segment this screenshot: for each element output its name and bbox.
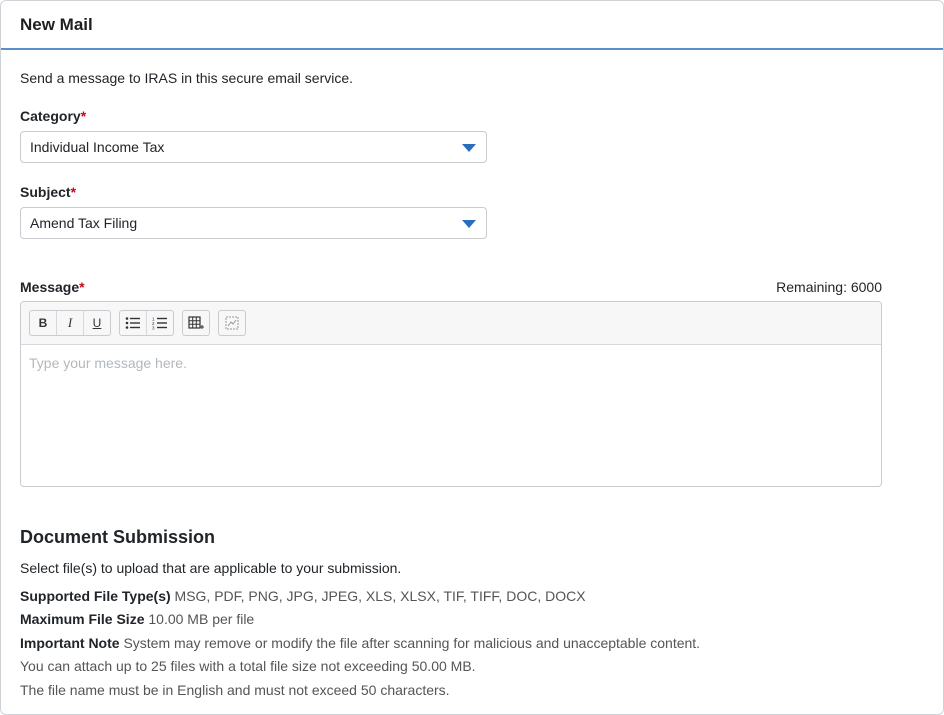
subject-label-text: Subject bbox=[20, 184, 71, 200]
numbered-list-button[interactable]: 1 2 3 bbox=[147, 311, 173, 335]
file-name-rule-text: The file name must be in English and mus… bbox=[20, 682, 450, 698]
supported-types-label: Supported File Type(s) bbox=[20, 588, 171, 604]
bold-button[interactable]: B bbox=[30, 311, 57, 335]
bullet-list-icon bbox=[125, 317, 140, 329]
important-note-value: System may remove or modify the file aft… bbox=[123, 635, 701, 651]
format-group: B I U bbox=[29, 310, 111, 336]
category-label-text: Category bbox=[20, 108, 81, 124]
required-mark: * bbox=[70, 184, 77, 200]
intro-text: Send a message to IRAS in this secure em… bbox=[20, 70, 354, 86]
message-editor: B I U 1 2 3 Type your message here. bbox=[20, 301, 882, 487]
panel-header: New Mail bbox=[1, 1, 943, 50]
supported-types-line: Supported File Type(s) MSG, PDF, PNG, JP… bbox=[20, 588, 586, 604]
category-selected-value: Individual Income Tax bbox=[30, 139, 165, 155]
message-textarea[interactable] bbox=[21, 345, 881, 484]
dropdown-caret-icon bbox=[462, 220, 476, 228]
category-select[interactable]: Individual Income Tax bbox=[20, 131, 487, 163]
message-label-text: Message bbox=[20, 279, 80, 295]
subject-selected-value: Amend Tax Filing bbox=[30, 215, 138, 231]
editor-toolbar: B I U 1 2 3 bbox=[21, 302, 881, 345]
supported-types-value: MSG, PDF, PNG, JPG, JPEG, XLS, XLSX, TIF… bbox=[174, 588, 586, 604]
subject-label: Subject* bbox=[20, 184, 76, 200]
remaining-counter: Remaining: 6000 bbox=[776, 279, 882, 295]
important-note-label: Important Note bbox=[20, 635, 120, 651]
important-note-line: Important Note System may remove or modi… bbox=[20, 635, 700, 651]
numbered-list-icon: 1 2 3 bbox=[152, 317, 167, 331]
underline-button[interactable]: U bbox=[84, 311, 110, 335]
list-group: 1 2 3 bbox=[119, 310, 174, 336]
attach-limit-text: You can attach up to 25 files with a tot… bbox=[20, 658, 476, 674]
table-group bbox=[182, 310, 210, 336]
insert-image-button[interactable] bbox=[219, 311, 245, 335]
required-mark: * bbox=[79, 279, 85, 295]
required-mark: * bbox=[80, 108, 87, 124]
document-submission-title: Document Submission bbox=[20, 527, 216, 547]
italic-button[interactable]: I bbox=[57, 311, 84, 335]
message-label: Message* bbox=[20, 279, 85, 295]
select-files-text: Select file(s) to upload that are applic… bbox=[20, 560, 402, 576]
document-submission-section: Document Submission bbox=[20, 527, 215, 548]
image-icon bbox=[225, 316, 239, 330]
dropdown-caret-icon bbox=[462, 144, 476, 152]
table-icon bbox=[188, 316, 204, 329]
page-title: New Mail bbox=[20, 14, 93, 34]
max-file-size-label: Maximum File Size bbox=[20, 611, 145, 627]
insert-table-button[interactable] bbox=[183, 311, 209, 335]
max-file-size-line: Maximum File Size 10.00 MB per file bbox=[20, 611, 254, 627]
svg-text:3: 3 bbox=[152, 326, 155, 331]
bullet-list-button[interactable] bbox=[120, 311, 147, 335]
max-file-size-value: 10.00 MB per file bbox=[148, 611, 255, 627]
new-mail-panel: New Mail Send a message to IRAS in this … bbox=[0, 0, 944, 715]
image-group bbox=[218, 310, 246, 336]
subject-select[interactable]: Amend Tax Filing bbox=[20, 207, 487, 239]
category-label: Category* bbox=[20, 108, 86, 124]
